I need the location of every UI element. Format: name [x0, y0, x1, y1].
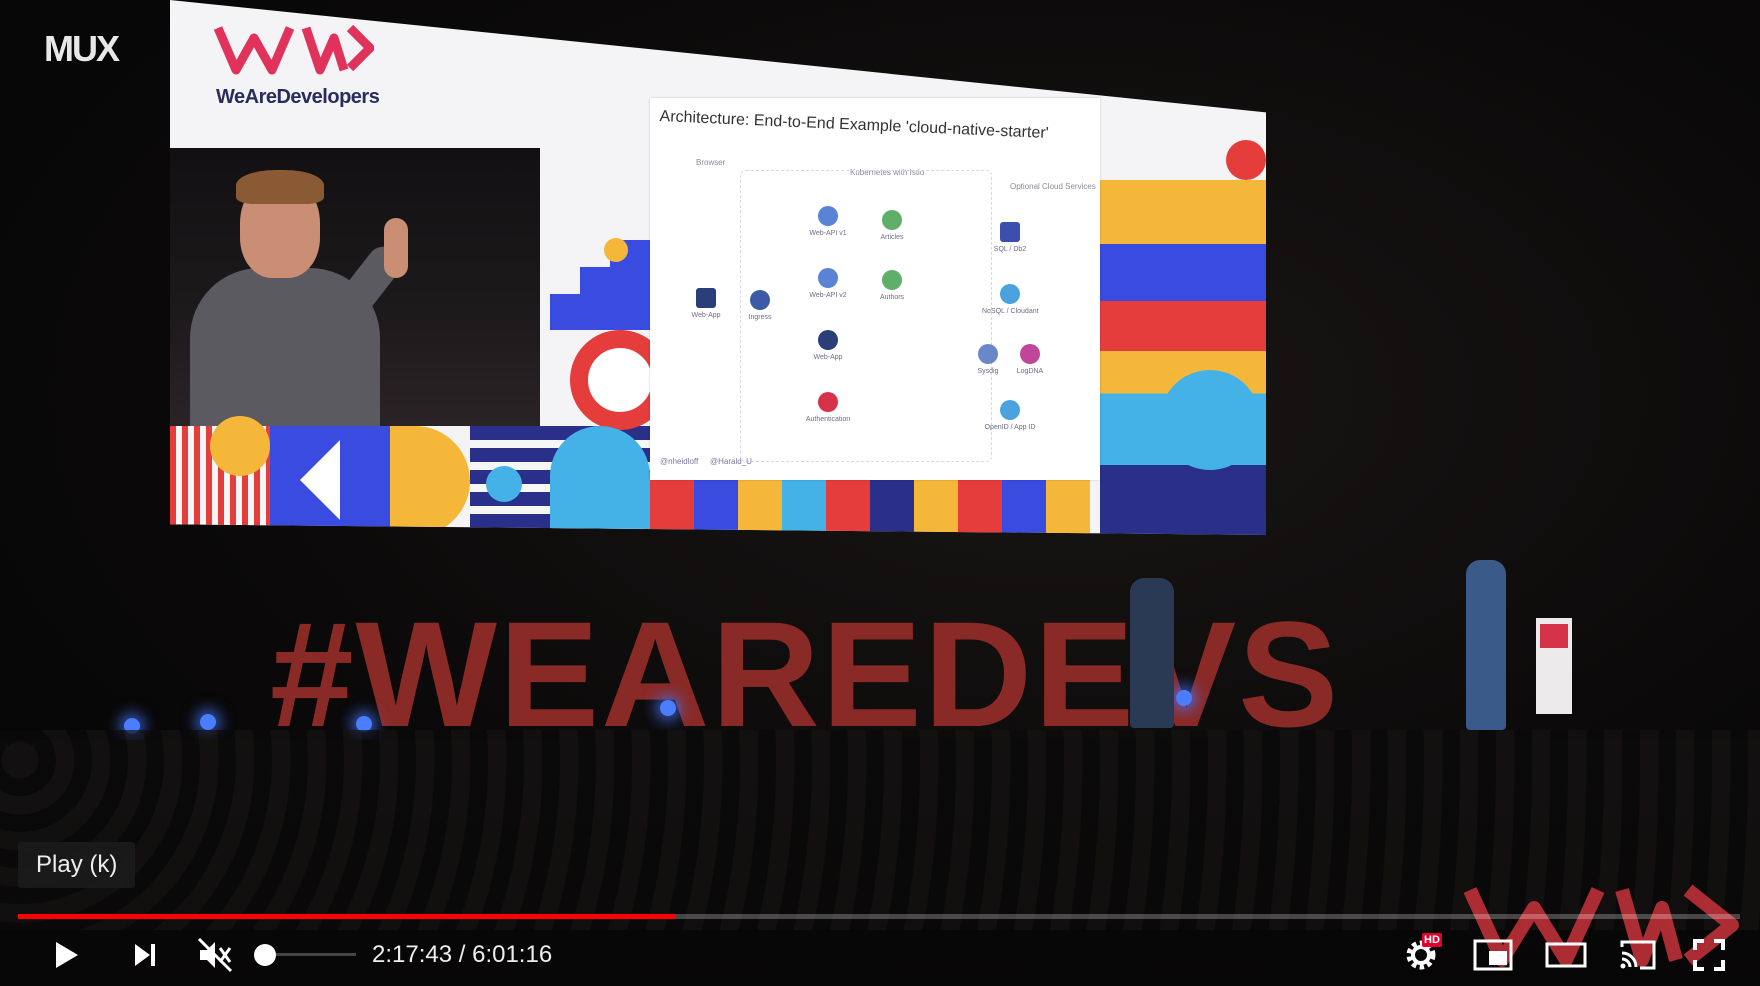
node-ingress: Ingress: [732, 290, 788, 321]
decor-white-triangle: [300, 440, 340, 520]
play-button[interactable]: [40, 933, 90, 977]
slide-column-cloud: Optional Cloud Services: [1010, 182, 1096, 191]
cast-button[interactable]: [1612, 933, 1664, 977]
miniplayer-button[interactable]: [1468, 933, 1518, 977]
node-web-api-v1: Web-API v1: [800, 206, 856, 237]
player-controls: 2:17:43 / 6:01:16 HD: [0, 925, 1760, 986]
time-separator: /: [452, 941, 473, 968]
speaker-hair: [236, 170, 324, 204]
decor-cyan-circle: [486, 466, 522, 502]
slide-column-browser: Browser: [696, 158, 726, 167]
projection-screen: WeAreDevelopers Architecture: End-to-End…: [170, 0, 1266, 535]
node-openid-appid: OpenID / App ID: [982, 400, 1038, 431]
slide-handle-1: @nheidloff: [660, 457, 699, 466]
next-icon: [135, 944, 155, 966]
podium-logo: [1540, 624, 1568, 648]
decor-cyan-dome: [550, 426, 650, 535]
podium: [1536, 618, 1572, 714]
video-frame[interactable]: WeAreDevelopers Architecture: End-to-End…: [0, 0, 1760, 986]
hd-badge: HD: [1422, 933, 1442, 947]
decor-right-grid: [1100, 180, 1266, 535]
node-authentication: Authentication: [800, 392, 856, 423]
node-web-app-k8s: Web-App: [800, 330, 856, 361]
decor-yellow-circle: [210, 416, 270, 476]
node-web-api-v2: Web-API v2: [800, 268, 856, 299]
progress-played: [18, 914, 676, 919]
node-logdna: LogDNA: [1002, 344, 1058, 375]
node-sql-db2: SQL / Db2: [982, 222, 1038, 253]
fullscreen-icon: [1693, 939, 1725, 971]
decor-yellow-dot: [604, 238, 628, 262]
decor-bottom-strip: [650, 480, 1090, 535]
presentation-slide: Architecture: End-to-End Example 'cloud-…: [650, 98, 1100, 480]
volume-muted-icon: [197, 937, 233, 973]
decor-blue-steps: [550, 240, 650, 330]
fullscreen-button[interactable]: [1684, 933, 1734, 977]
theater-mode-button[interactable]: [1540, 933, 1592, 977]
time-display: 2:17:43 / 6:01:16: [372, 941, 552, 969]
mute-button[interactable]: [190, 933, 240, 977]
presenter-left: [1130, 578, 1174, 728]
speaker-camera-feed: [170, 148, 540, 438]
play-icon: [56, 942, 78, 968]
stage-light: [660, 700, 676, 716]
node-authors: Authors: [864, 270, 920, 301]
theater-mode-icon: [1545, 942, 1587, 968]
play-tooltip: Play (k): [18, 842, 136, 888]
volume-slider-handle[interactable]: [254, 944, 276, 966]
slide-handle-2: @Harald_U: [710, 457, 752, 466]
wearedevelopers-logo: [214, 24, 374, 75]
duration: 6:01:16: [472, 941, 553, 968]
speaker-hand: [384, 218, 408, 278]
presenter-right: [1466, 560, 1506, 730]
decor-yellow-half: [390, 426, 470, 535]
node-web-app: Web-App: [678, 288, 734, 319]
decor-top-red-circle: [1226, 140, 1266, 180]
stage-light: [1176, 690, 1192, 706]
node-nosql-cloudant: NoSQL / Cloudant: [982, 284, 1039, 315]
cast-icon: [1620, 940, 1656, 970]
progress-bar[interactable]: [18, 914, 1740, 919]
current-time: 2:17:43: [372, 941, 453, 968]
brand-name: WeAreDevelopers: [216, 86, 380, 108]
mux-logo: MUX: [44, 28, 120, 69]
node-articles: Articles: [864, 210, 920, 241]
stage-light: [200, 714, 216, 730]
slide-title: Architecture: End-to-End Example 'cloud-…: [659, 108, 1050, 142]
video-player[interactable]: WeAreDevelopers Architecture: End-to-End…: [0, 0, 1760, 986]
next-button[interactable]: [120, 933, 170, 977]
miniplayer-icon: [1473, 939, 1513, 971]
decor-right-circle: [1160, 370, 1260, 470]
